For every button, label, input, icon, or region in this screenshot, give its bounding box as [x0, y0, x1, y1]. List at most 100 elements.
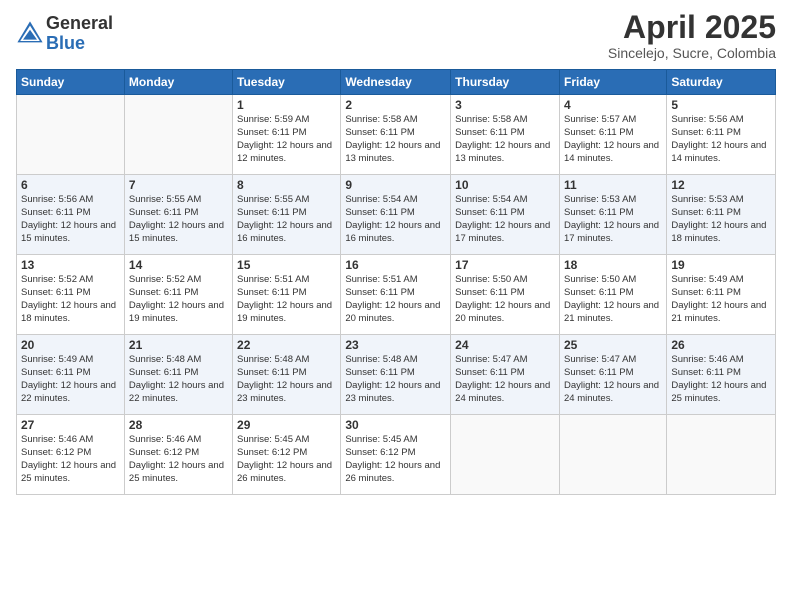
calendar-cell: 17 Sunrise: 5:50 AM Sunset: 6:11 PM Dayli… — [451, 255, 560, 335]
calendar-cell: 3 Sunrise: 5:58 AM Sunset: 6:11 PM Daylig… — [451, 95, 560, 175]
calendar-title: April 2025 — [608, 10, 776, 45]
calendar-cell: 21 Sunrise: 5:48 AM Sunset: 6:11 PM Dayli… — [124, 335, 232, 415]
calendar-location: Sincelejo, Sucre, Colombia — [608, 45, 776, 61]
day-number: 20 — [21, 338, 120, 352]
day-info: Sunrise: 5:48 AM Sunset: 6:11 PM Dayligh… — [129, 354, 228, 405]
calendar-cell: 8 Sunrise: 5:55 AM Sunset: 6:11 PM Daylig… — [233, 175, 341, 255]
day-info: Sunrise: 5:45 AM Sunset: 6:12 PM Dayligh… — [237, 434, 336, 485]
calendar-cell: 25 Sunrise: 5:47 AM Sunset: 6:11 PM Dayli… — [559, 335, 666, 415]
calendar-cell: 5Sunrise: 5:56 AM Sunset: 6:11 PM Daylig… — [667, 95, 776, 175]
calendar-cell: 16 Sunrise: 5:51 AM Sunset: 6:11 PM Dayli… — [341, 255, 451, 335]
calendar-cell — [17, 95, 125, 175]
calendar-cell: 2 Sunrise: 5:58 AM Sunset: 6:11 PM Daylig… — [341, 95, 451, 175]
calendar-cell: 11 Sunrise: 5:53 AM Sunset: 6:11 PM Dayli… — [559, 175, 666, 255]
day-number: 29 — [237, 418, 336, 432]
calendar-cell: 22 Sunrise: 5:48 AM Sunset: 6:11 PM Dayli… — [233, 335, 341, 415]
day-number: 28 — [129, 418, 228, 432]
calendar-cell: 20 Sunrise: 5:49 AM Sunset: 6:11 PM Dayli… — [17, 335, 125, 415]
calendar-cell: 7 Sunrise: 5:55 AM Sunset: 6:11 PM Daylig… — [124, 175, 232, 255]
calendar-cell: 18 Sunrise: 5:50 AM Sunset: 6:11 PM Dayli… — [559, 255, 666, 335]
calendar-cell: 19 Sunrise: 5:49 AM Sunset: 6:11 PM Dayli… — [667, 255, 776, 335]
calendar-cell: 1Sunrise: 5:59 AM Sunset: 6:11 PM Daylig… — [233, 95, 341, 175]
day-info: Sunrise: 5:49 AM Sunset: 6:11 PM Dayligh… — [21, 354, 120, 405]
day-number: 2 — [345, 98, 446, 112]
day-info: Sunrise: 5:54 AM Sunset: 6:11 PM Dayligh… — [345, 194, 446, 245]
day-info: Sunrise: 5:55 AM Sunset: 6:11 PM Dayligh… — [129, 194, 228, 245]
day-number: 11 — [564, 178, 662, 192]
day-number: 21 — [129, 338, 228, 352]
day-info: Sunrise: 5:56 AM Sunset: 6:11 PM Dayligh… — [671, 114, 771, 165]
calendar-cell: 24Sunrise: 5:47 AM Sunset: 6:11 PM Dayli… — [451, 335, 560, 415]
day-number: 13 — [21, 258, 120, 272]
day-info: Sunrise: 5:58 AM Sunset: 6:11 PM Dayligh… — [345, 114, 446, 165]
calendar-cell: 26Sunrise: 5:46 AM Sunset: 6:11 PM Dayli… — [667, 335, 776, 415]
logo-blue-text: Blue — [46, 34, 113, 54]
calendar-body: 1Sunrise: 5:59 AM Sunset: 6:11 PM Daylig… — [17, 95, 776, 495]
day-info: Sunrise: 5:51 AM Sunset: 6:11 PM Dayligh… — [237, 274, 336, 325]
day-info: Sunrise: 5:54 AM Sunset: 6:11 PM Dayligh… — [455, 194, 555, 245]
day-number: 26 — [671, 338, 771, 352]
day-number: 10 — [455, 178, 555, 192]
day-info: Sunrise: 5:55 AM Sunset: 6:11 PM Dayligh… — [237, 194, 336, 245]
logo: General Blue — [16, 14, 113, 54]
calendar-week-row: 20 Sunrise: 5:49 AM Sunset: 6:11 PM Dayli… — [17, 335, 776, 415]
calendar-week-row: 1Sunrise: 5:59 AM Sunset: 6:11 PM Daylig… — [17, 95, 776, 175]
day-number: 23 — [345, 338, 446, 352]
col-header-sunday: Sunday — [17, 70, 125, 95]
calendar-cell: 29 Sunrise: 5:45 AM Sunset: 6:12 PM Dayli… — [233, 415, 341, 495]
day-number: 17 — [455, 258, 555, 272]
calendar-header-row: SundayMondayTuesdayWednesdayThursdayFrid… — [17, 70, 776, 95]
col-header-saturday: Saturday — [667, 70, 776, 95]
day-info: Sunrise: 5:57 AM Sunset: 6:11 PM Dayligh… — [564, 114, 662, 165]
day-number: 3 — [455, 98, 555, 112]
calendar-cell: 13Sunrise: 5:52 AM Sunset: 6:11 PM Dayli… — [17, 255, 125, 335]
day-number: 7 — [129, 178, 228, 192]
calendar-cell — [559, 415, 666, 495]
day-info: Sunrise: 5:49 AM Sunset: 6:11 PM Dayligh… — [671, 274, 771, 325]
day-info: Sunrise: 5:53 AM Sunset: 6:11 PM Dayligh… — [671, 194, 771, 245]
day-info: Sunrise: 5:48 AM Sunset: 6:11 PM Dayligh… — [237, 354, 336, 405]
day-info: Sunrise: 5:47 AM Sunset: 6:11 PM Dayligh… — [564, 354, 662, 405]
calendar-cell — [124, 95, 232, 175]
day-info: Sunrise: 5:45 AM Sunset: 6:12 PM Dayligh… — [345, 434, 446, 485]
calendar-cell: 23Sunrise: 5:48 AM Sunset: 6:11 PM Dayli… — [341, 335, 451, 415]
calendar-cell: 14 Sunrise: 5:52 AM Sunset: 6:11 PM Dayli… — [124, 255, 232, 335]
calendar-week-row: 27Sunrise: 5:46 AM Sunset: 6:12 PM Dayli… — [17, 415, 776, 495]
day-number: 25 — [564, 338, 662, 352]
title-block: April 2025 Sincelejo, Sucre, Colombia — [608, 10, 776, 61]
day-info: Sunrise: 5:53 AM Sunset: 6:11 PM Dayligh… — [564, 194, 662, 245]
calendar-cell: 30 Sunrise: 5:45 AM Sunset: 6:12 PM Dayli… — [341, 415, 451, 495]
day-info: Sunrise: 5:58 AM Sunset: 6:11 PM Dayligh… — [455, 114, 555, 165]
day-number: 24 — [455, 338, 555, 352]
day-number: 1 — [237, 98, 336, 112]
day-number: 22 — [237, 338, 336, 352]
day-number: 19 — [671, 258, 771, 272]
logo-general-text: General — [46, 14, 113, 34]
calendar-week-row: 13 Sunrise: 5:52 AM Sunset: 6:11 PM Dayli… — [17, 255, 776, 335]
col-header-tuesday: Tuesday — [233, 70, 341, 95]
col-header-wednesday: Wednesday — [341, 70, 451, 95]
logo-icon — [16, 20, 44, 48]
calendar-cell: 12 Sunrise: 5:53 AM Sunset: 6:11 PM Dayli… — [667, 175, 776, 255]
calendar-cell: 10 Sunrise: 5:54 AM Sunset: 6:11 PM Dayli… — [451, 175, 560, 255]
calendar-table: SundayMondayTuesdayWednesdayThursdayFrid… — [16, 69, 776, 495]
day-info: Sunrise: 5:50 AM Sunset: 6:11 PM Dayligh… — [564, 274, 662, 325]
col-header-friday: Friday — [559, 70, 666, 95]
day-info: Sunrise: 5:52 AM Sunset: 6:11 PM Dayligh… — [129, 274, 228, 325]
calendar-week-row: 6Sunrise: 5:56 AM Sunset: 6:11 PM Daylig… — [17, 175, 776, 255]
day-number: 12 — [671, 178, 771, 192]
day-number: 18 — [564, 258, 662, 272]
day-number: 14 — [129, 258, 228, 272]
calendar-cell: 9Sunrise: 5:54 AM Sunset: 6:11 PM Daylig… — [341, 175, 451, 255]
day-info: Sunrise: 5:46 AM Sunset: 6:12 PM Dayligh… — [21, 434, 120, 485]
day-number: 30 — [345, 418, 446, 432]
col-header-monday: Monday — [124, 70, 232, 95]
day-number: 16 — [345, 258, 446, 272]
calendar-cell: 27Sunrise: 5:46 AM Sunset: 6:12 PM Dayli… — [17, 415, 125, 495]
day-number: 8 — [237, 178, 336, 192]
header: General Blue April 2025 Sincelejo, Sucre… — [16, 10, 776, 61]
day-info: Sunrise: 5:50 AM Sunset: 6:11 PM Dayligh… — [455, 274, 555, 325]
calendar-cell: 4Sunrise: 5:57 AM Sunset: 6:11 PM Daylig… — [559, 95, 666, 175]
day-info: Sunrise: 5:51 AM Sunset: 6:11 PM Dayligh… — [345, 274, 446, 325]
calendar-cell: 28Sunrise: 5:46 AM Sunset: 6:12 PM Dayli… — [124, 415, 232, 495]
